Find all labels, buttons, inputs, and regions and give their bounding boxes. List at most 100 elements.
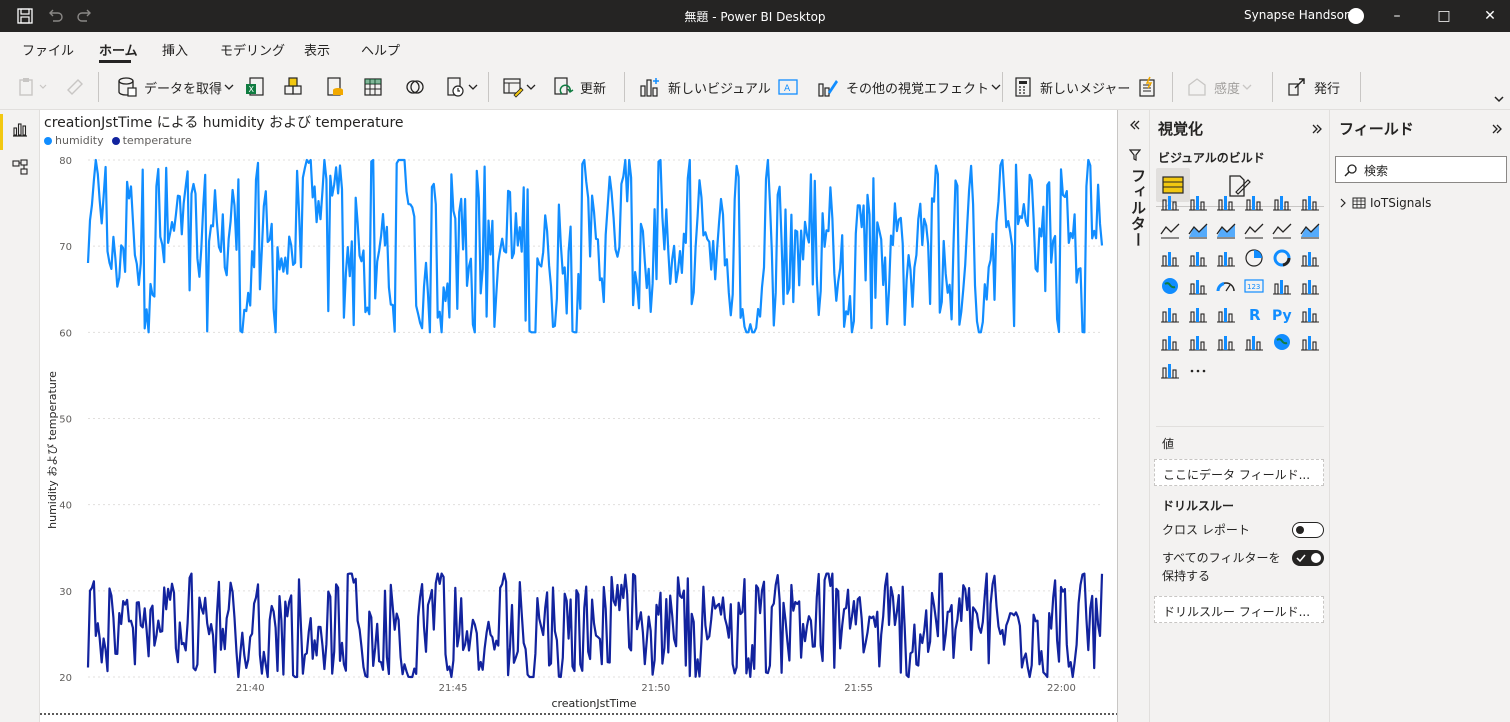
minimize-icon[interactable]: –	[1387, 6, 1407, 26]
text-box-button[interactable]: A	[776, 74, 800, 100]
card-icon[interactable]: 123	[1243, 275, 1265, 297]
get-data-button[interactable]: データを取得	[116, 74, 236, 100]
decomposition-tree-icon[interactable]	[1159, 331, 1181, 353]
table-tree-item[interactable]: IoTSignals	[1338, 196, 1431, 210]
maximize-icon[interactable]: □	[1434, 6, 1454, 26]
filter-pane[interactable]: フィルター	[1117, 110, 1150, 722]
enter-data-button[interactable]	[362, 74, 384, 100]
new-visual-icon	[640, 78, 659, 97]
refresh-label: 更新	[580, 81, 607, 97]
filled-map-icon[interactable]	[1187, 275, 1209, 297]
collapse-ribbon-icon[interactable]	[1492, 94, 1506, 106]
refresh-icon	[554, 77, 574, 95]
donut-chart-icon[interactable]	[1271, 247, 1293, 269]
azure-map-icon[interactable]	[1271, 331, 1293, 353]
new-visual-label: 新しいビジュアル	[668, 81, 771, 97]
funnel-chart-icon[interactable]	[1187, 247, 1209, 269]
sensitivity-button[interactable]: 感度	[1186, 74, 1254, 100]
gauge-icon[interactable]	[1215, 275, 1237, 297]
stacked-bar-chart-icon[interactable]	[1159, 191, 1181, 213]
drillthrough-field-well[interactable]: ドリルスルー フィールド...	[1154, 596, 1324, 623]
qna-icon[interactable]	[1187, 331, 1209, 353]
paste-button[interactable]	[16, 74, 48, 100]
report-canvas[interactable]: creationJstTime による humidity および tempera…	[40, 110, 1117, 722]
fields-search-input[interactable]: 検索	[1335, 156, 1507, 183]
quick-measure-button[interactable]	[1136, 74, 1158, 100]
power-apps-icon[interactable]	[1299, 331, 1321, 353]
transform-data-button[interactable]	[502, 74, 538, 100]
ribbon-separator	[1172, 72, 1173, 102]
new-visual-button[interactable]: 新しいビジュアル	[638, 74, 771, 100]
chevron-down-icon	[1242, 84, 1252, 90]
dataset-icon	[284, 77, 302, 95]
tab-help[interactable]: ヘルプ	[361, 40, 400, 59]
dataset-button[interactable]	[282, 74, 304, 100]
line-column-chart-icon[interactable]	[1243, 219, 1265, 241]
report-view-icon[interactable]	[11, 120, 29, 138]
tab-insert[interactable]: 挿入	[162, 40, 188, 59]
line-clustered-column-chart-icon[interactable]	[1271, 219, 1293, 241]
tab-file[interactable]: ファイル	[22, 40, 74, 59]
visualizations-pane: 視覚化 ビジュアルのビルド 123 R Py 値 ここにデータ フィールド... ド…	[1150, 110, 1330, 722]
excel-button[interactable]: X	[244, 74, 266, 100]
clustered-bar-chart-icon[interactable]	[1215, 191, 1237, 213]
paginated-report-icon[interactable]	[1243, 331, 1265, 353]
close-icon[interactable]: ✕	[1480, 6, 1500, 26]
dataverse-button[interactable]	[404, 74, 426, 100]
collapse-left-icon[interactable]	[1128, 118, 1142, 132]
table-icon[interactable]	[1187, 303, 1209, 325]
line-chart-icon[interactable]	[1159, 219, 1181, 241]
map-icon[interactable]	[1159, 275, 1181, 297]
tab-modeling[interactable]: モデリング	[220, 40, 285, 59]
recent-sources-button[interactable]	[444, 74, 480, 100]
kpi-icon[interactable]	[1299, 275, 1321, 297]
title-bar: 無題 - Power BI Desktop Synapse Handson – …	[0, 0, 1510, 32]
python-visual-icon[interactable]: Py	[1271, 303, 1293, 325]
dataverse-icon	[406, 80, 424, 94]
format-painter-button[interactable]	[64, 74, 86, 100]
new-measure-button[interactable]: 新しいメジャー	[1012, 74, 1130, 100]
cross-report-label: クロス レポート	[1162, 523, 1250, 537]
smart-narrative-icon[interactable]	[1215, 331, 1237, 353]
key-influencers-icon[interactable]	[1299, 303, 1321, 325]
matrix-icon[interactable]	[1215, 303, 1237, 325]
tab-view[interactable]: 表示	[304, 40, 330, 59]
series-line-temperature[interactable]	[86, 572, 1104, 679]
r-visual-icon[interactable]: R	[1243, 303, 1265, 325]
publish-label: 発行	[1314, 81, 1341, 97]
waterfall-chart-icon[interactable]	[1159, 247, 1181, 269]
table-icon	[1352, 197, 1366, 209]
svg-text:Py: Py	[1272, 308, 1292, 324]
tab-home[interactable]: ホーム	[99, 40, 138, 59]
line-chart[interactable]: 20 30 40 50 60 70 80 21:40 21:45 21:50 21:55 22:00…	[40, 110, 1117, 722]
clustered-column-chart-icon[interactable]	[1243, 191, 1265, 213]
slicer-icon[interactable]	[1159, 303, 1181, 325]
collapse-right-icon[interactable]	[1310, 122, 1324, 136]
avatar[interactable]	[1348, 8, 1364, 24]
100-stacked-bar-chart-icon[interactable]	[1271, 191, 1293, 213]
cross-report-toggle[interactable]	[1292, 522, 1324, 538]
refresh-button[interactable]: 更新	[552, 74, 606, 100]
more-visuals-icon[interactable]	[1187, 359, 1209, 381]
pie-chart-icon[interactable]	[1243, 247, 1265, 269]
keep-filters-toggle[interactable]	[1292, 550, 1324, 566]
collapse-right-icon[interactable]	[1490, 122, 1504, 136]
treemap-icon[interactable]	[1299, 247, 1321, 269]
stacked-area-chart-icon[interactable]	[1215, 219, 1237, 241]
power-automate-icon[interactable]	[1159, 359, 1181, 381]
publish-button[interactable]: 発行	[1286, 74, 1340, 100]
scatter-chart-icon[interactable]	[1215, 247, 1237, 269]
more-visuals-button[interactable]: その他の視覚エフェクト	[816, 74, 1003, 100]
ribbon-separator	[1272, 72, 1273, 102]
chevron-right-icon[interactable]	[1338, 198, 1348, 208]
area-chart-icon[interactable]	[1187, 219, 1209, 241]
x-tick-label: 21:50	[641, 683, 670, 694]
100-stacked-column-chart-icon[interactable]	[1299, 191, 1321, 213]
sql-server-button[interactable]	[324, 74, 346, 100]
ribbon-chart-icon[interactable]	[1299, 219, 1321, 241]
stacked-column-chart-icon[interactable]	[1187, 191, 1209, 213]
toggle-knob	[1311, 553, 1321, 563]
values-field-well[interactable]: ここにデータ フィールド...	[1154, 459, 1324, 486]
multi-row-card-icon[interactable]	[1271, 275, 1293, 297]
model-view-icon[interactable]	[11, 158, 29, 176]
